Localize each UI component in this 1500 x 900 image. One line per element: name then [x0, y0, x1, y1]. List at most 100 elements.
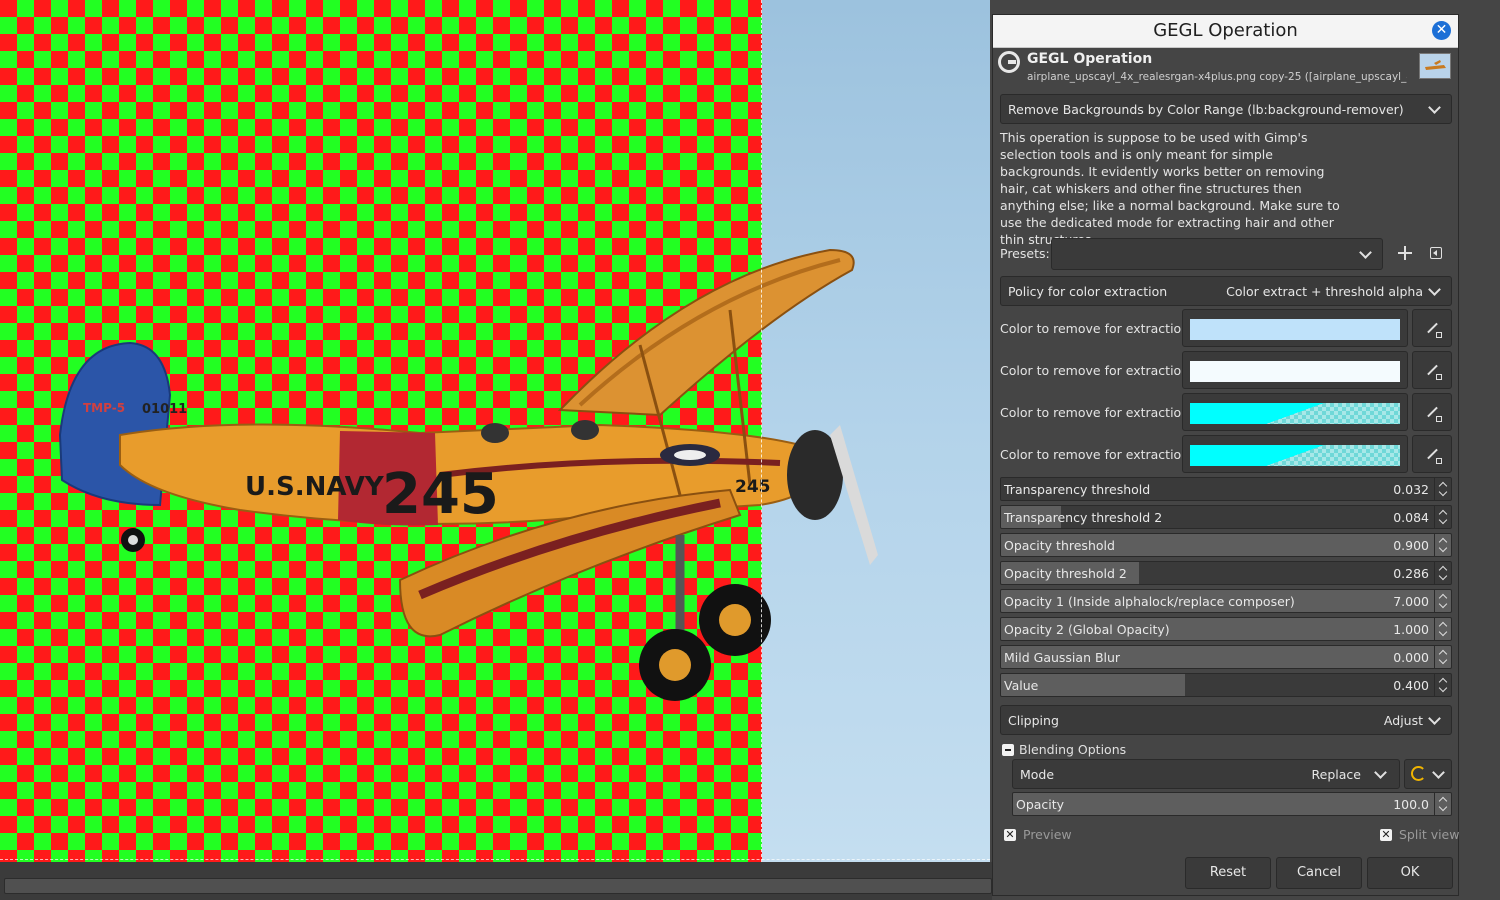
transparency-threshold-2-slider[interactable]: Transparency threshold 2 0.084: [1000, 505, 1452, 529]
spin-arrows[interactable]: [1434, 793, 1451, 815]
composite-mode-button[interactable]: [1404, 759, 1452, 789]
close-button[interactable]: ✕: [1432, 21, 1451, 40]
reset-button[interactable]: Reset: [1185, 857, 1271, 889]
presets-label: Presets:: [1000, 246, 1050, 261]
header-title: GEGL Operation: [1027, 51, 1153, 67]
chevron-down-icon: [1428, 283, 1441, 296]
chevron-down-icon: [1428, 712, 1441, 725]
split-view-label: Split view: [1399, 827, 1460, 842]
color-1-picker-icon[interactable]: [1412, 309, 1452, 347]
spin-arrows[interactable]: [1434, 674, 1451, 696]
slider-value: 0.000: [1393, 650, 1429, 665]
spin-arrows[interactable]: [1434, 590, 1451, 612]
blend-mode-value: Replace: [1311, 767, 1361, 782]
spin-arrows[interactable]: [1434, 562, 1451, 584]
checkbox-checked-icon: ✕: [1380, 828, 1392, 841]
blending-expander[interactable]: Blending Options: [1002, 742, 1202, 758]
chevron-down-icon: [1359, 246, 1372, 259]
slider-value: 7.000: [1393, 594, 1429, 609]
clipping-select[interactable]: Clipping Adjust: [1000, 705, 1452, 735]
slider-label: Opacity threshold 2: [1004, 566, 1127, 581]
spin-arrows[interactable]: [1434, 478, 1451, 500]
clipping-label: Clipping: [1008, 713, 1059, 728]
policy-select[interactable]: Policy for color extraction Color extrac…: [1000, 276, 1452, 306]
color-3-label: Color to remove for extraction 3: [1000, 405, 1202, 420]
preview-label: Preview: [1023, 827, 1072, 842]
preset-menu-icon[interactable]: [1430, 247, 1442, 259]
chevron-down-icon: [1432, 766, 1445, 779]
close-icon: ✕: [1435, 22, 1448, 38]
slider-value: 0.400: [1393, 678, 1429, 693]
color-2-label: Color to remove for extraction 2: [1000, 363, 1202, 378]
color-1-label: Color to remove for extraction 1: [1000, 321, 1202, 336]
operation-description: This operation is suppose to be used wit…: [1000, 130, 1340, 247]
color-1-button[interactable]: [1182, 309, 1408, 347]
plane-tail-code: TMP-5: [83, 401, 125, 415]
image-canvas[interactable]: TMP-5 01011 U.S.NAVY 245 245: [0, 0, 990, 862]
slider-value: 0.032: [1393, 482, 1429, 497]
chevron-down-icon: [1428, 101, 1441, 114]
cancel-button[interactable]: Cancel: [1276, 857, 1362, 889]
dialog-titlebar[interactable]: GEGL Operation ✕: [993, 15, 1458, 48]
blend-opacity-slider[interactable]: Opacity 100.0: [1012, 792, 1452, 816]
opacity-1-slider[interactable]: Opacity 1 (Inside alphalock/replace comp…: [1000, 589, 1452, 613]
clipping-value: Adjust: [1383, 713, 1423, 728]
add-preset-icon[interactable]: [1397, 245, 1413, 261]
color-3-picker-icon[interactable]: [1412, 393, 1452, 431]
spin-arrows[interactable]: [1434, 534, 1451, 556]
blend-mode-select[interactable]: Mode Replace: [1012, 759, 1400, 789]
color-3-button[interactable]: [1182, 393, 1408, 431]
selection-border: [0, 859, 990, 860]
color-2-swatch: [1190, 361, 1400, 382]
checkbox-checked-icon: ✕: [1004, 828, 1016, 841]
value-slider[interactable]: Value 0.400: [1000, 673, 1452, 697]
color-3-swatch: [1190, 403, 1400, 424]
split-view-guide[interactable]: [761, 0, 762, 862]
operation-select-value: Remove Backgrounds by Color Range (lb:ba…: [1008, 102, 1404, 117]
gegl-operation-dialog: GEGL Operation ✕ GEGL Operation airplane…: [992, 14, 1459, 896]
opacity-threshold-2-slider[interactable]: Opacity threshold 2 0.286: [1000, 561, 1452, 585]
spin-arrows[interactable]: [1434, 618, 1451, 640]
airplane-image: TMP-5 01011 U.S.NAVY 245 245: [58, 248, 878, 701]
slider-label: Transparency threshold 2: [1004, 510, 1163, 525]
ok-button[interactable]: OK: [1367, 857, 1453, 889]
slider-label: Value: [1004, 678, 1039, 693]
color-1-swatch: [1190, 319, 1400, 340]
blend-mode-label: Mode: [1020, 767, 1055, 782]
blending-options-label: Blending Options: [1019, 742, 1127, 757]
transparency-threshold-slider[interactable]: Transparency threshold 0.032: [1000, 477, 1452, 501]
color-2-picker-icon[interactable]: [1412, 351, 1452, 389]
presets-select[interactable]: [1051, 238, 1383, 270]
spin-arrows[interactable]: [1434, 506, 1451, 528]
mild-gaussian-blur-slider[interactable]: Mild Gaussian Blur 0.000: [1000, 645, 1452, 669]
color-4-button[interactable]: [1182, 435, 1408, 473]
policy-label: Policy for color extraction: [1008, 284, 1168, 299]
slider-label: Opacity 1 (Inside alphalock/replace comp…: [1004, 594, 1295, 609]
horizontal-scrollbar[interactable]: [4, 878, 992, 894]
layer-thumbnail: [1419, 53, 1451, 79]
slider-fill: [1013, 793, 1451, 815]
collapse-icon: [1002, 744, 1014, 756]
blend-opacity-label: Opacity: [1016, 797, 1065, 812]
slider-label: Transparency threshold: [1004, 482, 1151, 497]
slider-value: 0.084: [1393, 510, 1429, 525]
color-4-picker-icon[interactable]: [1412, 435, 1452, 473]
plane-serial: 01011: [142, 402, 187, 417]
plane-navy-text: U.S.NAVY: [245, 472, 385, 502]
color-4-swatch: [1190, 445, 1400, 466]
color-4-label: Color to remove for extraction 4: [1000, 447, 1202, 462]
slider-value: 0.900: [1393, 538, 1429, 553]
color-2-button[interactable]: [1182, 351, 1408, 389]
opacity-2-slider[interactable]: Opacity 2 (Global Opacity) 1.000: [1000, 617, 1452, 641]
operation-select[interactable]: Remove Backgrounds by Color Range (lb:ba…: [1000, 94, 1452, 124]
blend-opacity-value: 100.0: [1393, 797, 1429, 812]
slider-label: Mild Gaussian Blur: [1004, 650, 1121, 665]
spin-arrows[interactable]: [1434, 646, 1451, 668]
split-view-checkbox[interactable]: ✕ Split view: [1380, 827, 1460, 843]
opacity-threshold-slider[interactable]: Opacity threshold 0.900: [1000, 533, 1452, 557]
preview-checkbox[interactable]: ✕ Preview: [1004, 827, 1094, 843]
reset-arrow-icon: [1411, 766, 1426, 781]
slider-label: Opacity threshold: [1004, 538, 1115, 553]
slider-value: 0.286: [1393, 566, 1429, 581]
plane-number-cowl: 245: [735, 477, 771, 497]
